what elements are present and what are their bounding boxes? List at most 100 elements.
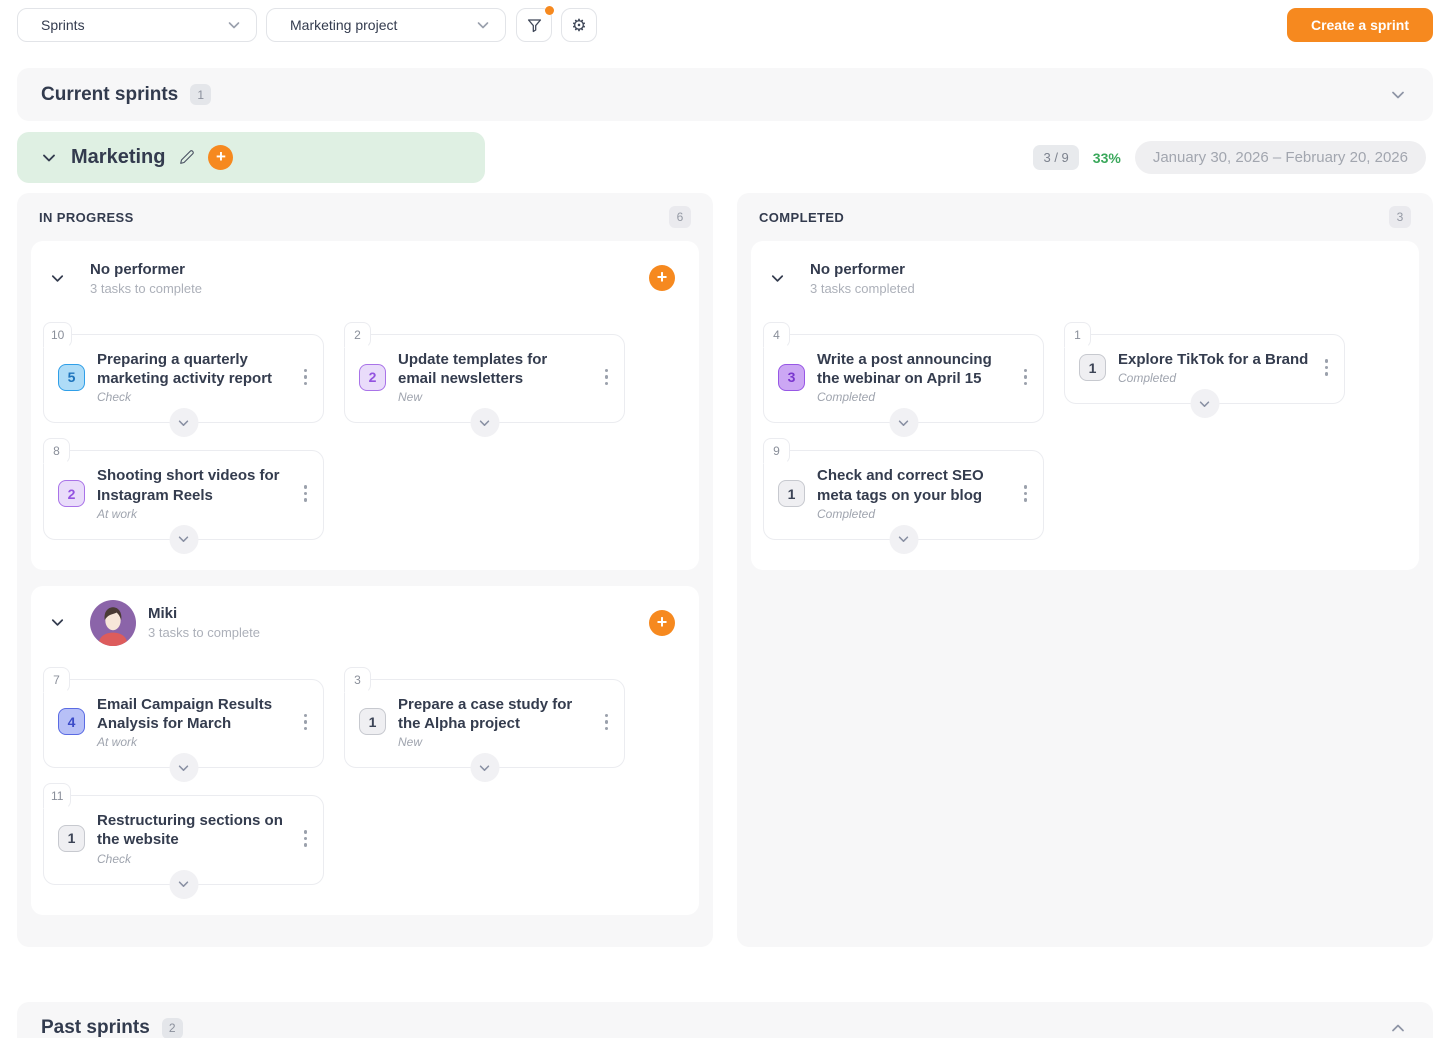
project-select[interactable]: Marketing project: [266, 8, 506, 42]
performer-info: Miki 3 tasks to complete: [148, 605, 260, 640]
column-count-badge: 3: [1389, 206, 1411, 228]
task-row: 4 Email Campaign Results Analysis for Ma…: [58, 695, 311, 749]
past-sprints-count-badge: 2: [162, 1018, 183, 1038]
current-sprints-title: Current sprints: [41, 84, 178, 106]
chevron-down-icon[interactable]: [769, 270, 786, 287]
task-texts: Update templates for email newsletters N…: [398, 350, 589, 404]
task-texts: Explore TikTok for a Brand Completed: [1118, 350, 1308, 385]
task-id-tab: 9: [763, 438, 790, 464]
task-status: New: [398, 735, 589, 749]
task-row: 3 Write a post announcing the webinar on…: [778, 350, 1031, 404]
board-column: IN PROGRESS 6 No performer 3 tasks to co…: [17, 193, 713, 947]
task-title: Update templates for email newsletters: [398, 350, 589, 388]
task-row: 1 Explore TikTok for a Brand Completed: [1079, 350, 1332, 385]
view-select-value: Sprints: [41, 17, 85, 33]
view-select[interactable]: Sprints: [17, 8, 257, 42]
performer-group-header[interactable]: No performer 3 tasks completed: [751, 241, 1419, 315]
kebab-menu-icon[interactable]: [1321, 355, 1333, 380]
project-select-value: Marketing project: [290, 17, 397, 33]
task-id-tab: 10: [43, 322, 72, 348]
performer-name: Miki: [148, 605, 260, 622]
chevron-down-icon[interactable]: [40, 149, 58, 167]
performer-group-header[interactable]: Miki 3 tasks to complete +: [31, 586, 699, 660]
kebab-menu-icon[interactable]: [300, 365, 312, 390]
add-task-button[interactable]: +: [649, 610, 675, 636]
sprint-progress-ratio: 3 / 9: [1033, 145, 1078, 170]
column-title: COMPLETED: [759, 210, 844, 225]
add-task-button[interactable]: +: [649, 265, 675, 291]
task-card[interactable]: 11 1 Restructuring sections on the websi…: [43, 795, 324, 884]
kebab-menu-icon[interactable]: [1020, 365, 1032, 390]
current-sprints-bar[interactable]: Current sprints 1: [17, 68, 1433, 121]
gear-icon: ⚙: [571, 17, 586, 34]
expand-task-icon[interactable]: [1190, 389, 1219, 418]
expand-task-icon[interactable]: [169, 753, 198, 782]
chevron-down-icon[interactable]: [1389, 86, 1407, 104]
column-count-badge: 6: [669, 206, 691, 228]
expand-task-icon[interactable]: [169, 870, 198, 899]
column-header: IN PROGRESS 6: [31, 193, 699, 241]
sprint-board: IN PROGRESS 6 No performer 3 tasks to co…: [17, 193, 1433, 947]
task-id-tab: 2: [344, 322, 371, 348]
settings-button[interactable]: ⚙: [561, 8, 597, 42]
kebab-menu-icon[interactable]: [601, 710, 613, 735]
task-grid: 10 5 Preparing a quarterly marketing act…: [31, 315, 699, 570]
kebab-menu-icon[interactable]: [1020, 481, 1032, 506]
filter-button[interactable]: [516, 8, 552, 42]
expand-task-icon[interactable]: [889, 408, 918, 437]
task-card[interactable]: 2 2 Update templates for email newslette…: [344, 334, 625, 423]
expand-task-icon[interactable]: [889, 525, 918, 554]
sprint-header-right: 3 / 9 33% January 30, 2026 – February 20…: [1033, 141, 1433, 174]
task-points-badge: 3: [778, 364, 805, 391]
avatar: [90, 600, 136, 646]
task-title: Restructuring sections on the website: [97, 811, 288, 849]
task-status: Completed: [817, 507, 1008, 521]
kebab-menu-icon[interactable]: [300, 826, 312, 851]
task-grid: 4 3 Write a post announcing the webinar …: [751, 315, 1419, 570]
task-status: New: [398, 390, 589, 404]
task-card[interactable]: 4 3 Write a post announcing the webinar …: [763, 334, 1044, 423]
task-title: Check and correct SEO meta tags on your …: [817, 466, 1008, 504]
task-status: Completed: [817, 390, 1008, 404]
task-card[interactable]: 7 4 Email Campaign Results Analysis for …: [43, 679, 324, 768]
task-title: Email Campaign Results Analysis for Marc…: [97, 695, 288, 733]
expand-task-icon[interactable]: [470, 753, 499, 782]
chevron-up-icon[interactable]: [1389, 1019, 1407, 1037]
performer-name: No performer: [90, 261, 202, 278]
task-points-badge: 1: [58, 825, 85, 852]
task-card[interactable]: 8 2 Shooting short videos for Instagram …: [43, 450, 324, 539]
task-card[interactable]: 10 5 Preparing a quarterly marketing act…: [43, 334, 324, 423]
task-card[interactable]: 1 1 Explore TikTok for a Brand Completed: [1064, 334, 1345, 404]
performer-task-count: 3 tasks to complete: [90, 281, 202, 296]
kebab-menu-icon[interactable]: [601, 365, 613, 390]
performer-group: Miki 3 tasks to complete + 7 4 Email Cam…: [31, 586, 699, 915]
expand-task-icon[interactable]: [169, 525, 198, 554]
task-texts: Write a post announcing the webinar on A…: [817, 350, 1008, 404]
column-header: COMPLETED 3: [751, 193, 1419, 241]
task-texts: Check and correct SEO meta tags on your …: [817, 466, 1008, 520]
task-card[interactable]: 3 1 Prepare a case study for the Alpha p…: [344, 679, 625, 768]
expand-task-icon[interactable]: [169, 408, 198, 437]
kebab-menu-icon[interactable]: [300, 710, 312, 735]
edit-pencil-icon[interactable]: [178, 149, 195, 166]
kebab-menu-icon[interactable]: [300, 481, 312, 506]
expand-task-icon[interactable]: [470, 408, 499, 437]
performer-task-count: 3 tasks completed: [810, 281, 915, 296]
column-groups: No performer 3 tasks to complete + 10 5 …: [31, 241, 699, 915]
sprint-date-range: January 30, 2026 – February 20, 2026: [1135, 141, 1426, 174]
past-sprints-bar[interactable]: Past sprints 2: [17, 1002, 1433, 1038]
chevron-down-icon[interactable]: [49, 614, 66, 631]
sprint-name: Marketing: [71, 146, 165, 169]
performer-group-header[interactable]: No performer 3 tasks to complete +: [31, 241, 699, 315]
add-task-button[interactable]: +: [208, 145, 233, 170]
create-sprint-button[interactable]: Create a sprint: [1287, 8, 1433, 42]
task-points-badge: 1: [778, 480, 805, 507]
task-id-tab: 4: [763, 322, 790, 348]
task-title: Shooting short videos for Instagram Reel…: [97, 466, 288, 504]
chevron-down-icon[interactable]: [49, 270, 66, 287]
task-title: Preparing a quarterly marketing activity…: [97, 350, 288, 388]
task-card[interactable]: 9 1 Check and correct SEO meta tags on y…: [763, 450, 1044, 539]
performer-info: No performer 3 tasks completed: [810, 261, 915, 296]
task-texts: Restructuring sections on the website Ch…: [97, 811, 288, 865]
toolbar: Sprints Marketing project ⚙ Create a spr…: [17, 8, 1433, 42]
